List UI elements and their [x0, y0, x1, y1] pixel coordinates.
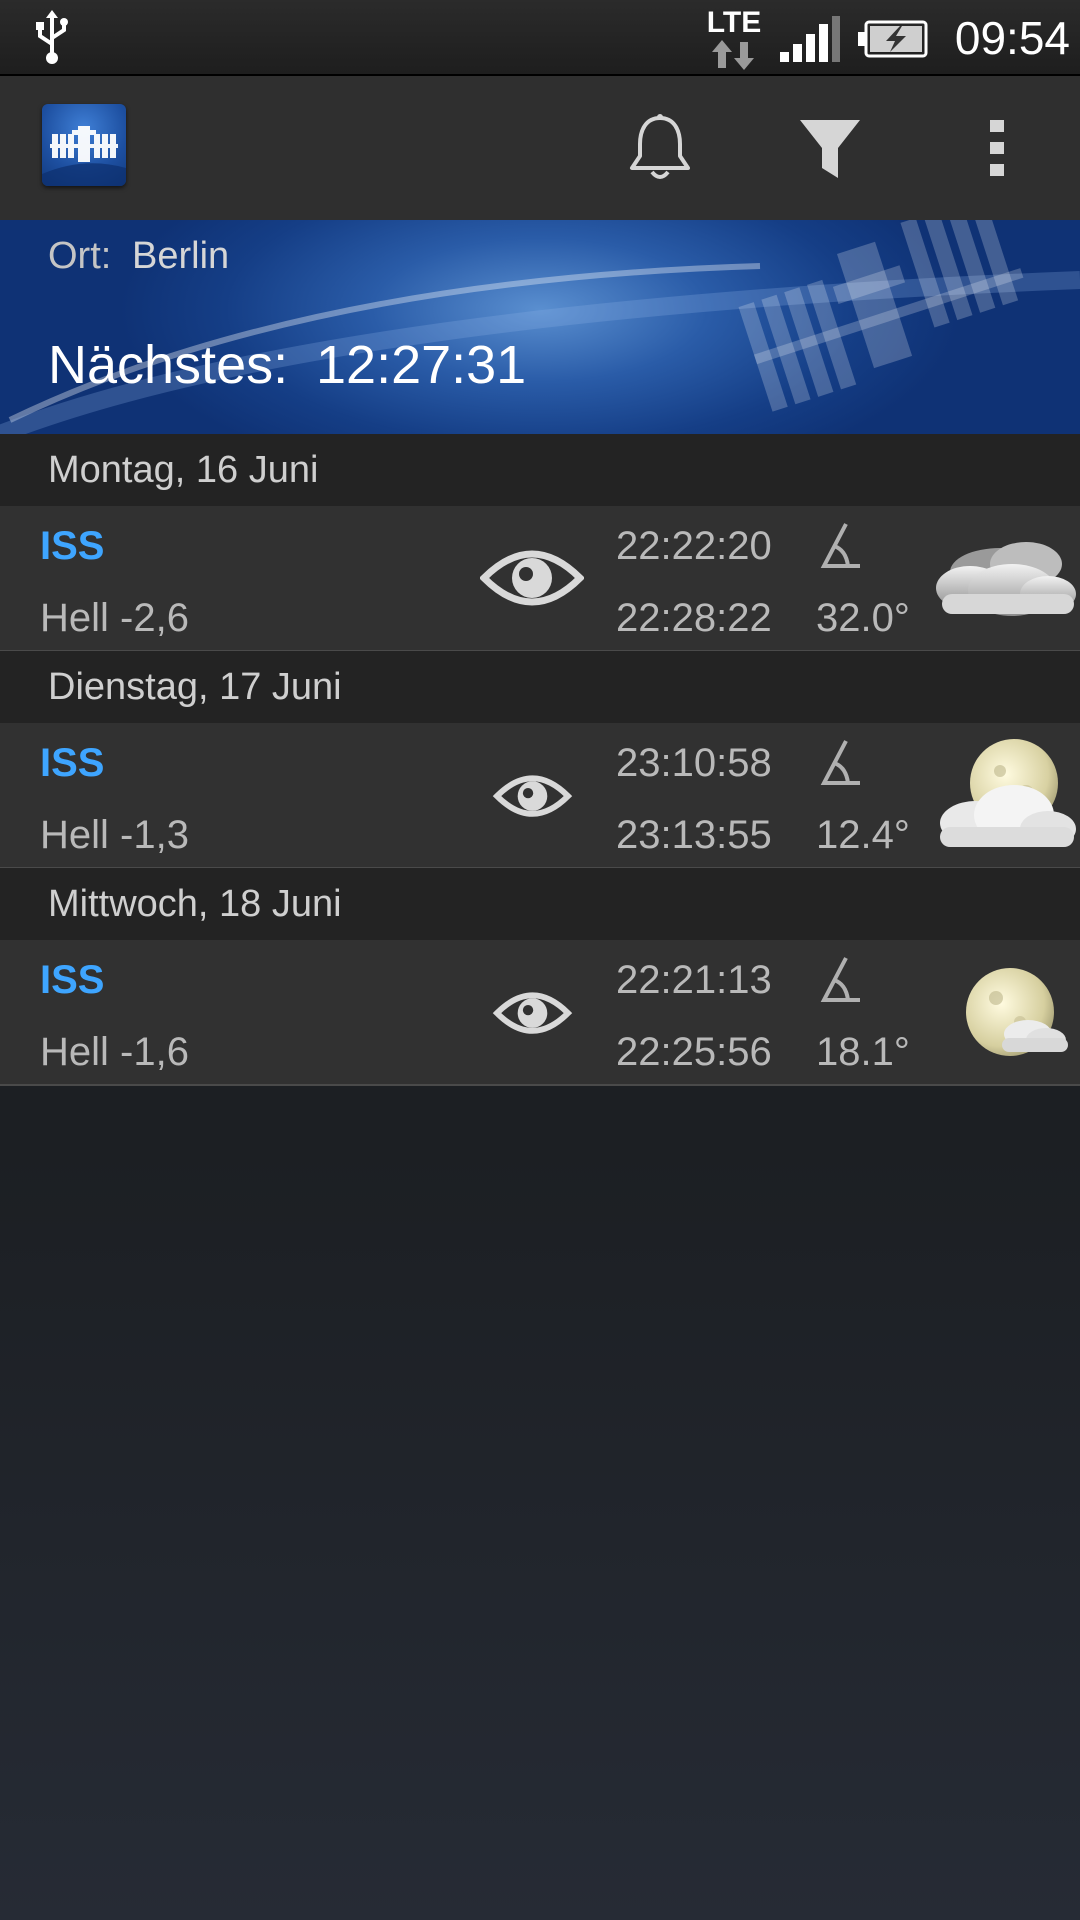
- app-logo[interactable]: [42, 104, 126, 186]
- brightness-value: Hell -1,3: [40, 813, 189, 857]
- location-label: Ort:: [48, 235, 112, 277]
- angle-icon: [820, 523, 860, 568]
- action-bar: [0, 76, 1080, 220]
- satellite-name: ISS: [40, 524, 105, 568]
- eye-icon: [492, 775, 573, 817]
- satellite-name: ISS: [40, 958, 105, 1002]
- pass-end-time: 22:28:22: [616, 596, 772, 640]
- location-value[interactable]: Berlin: [132, 232, 229, 280]
- moon-small-cloud-icon: [966, 968, 1068, 1056]
- day-header: Dienstag, 17 Juni: [0, 651, 1080, 723]
- filter-icon[interactable]: [790, 112, 870, 184]
- satellite-name: ISS: [40, 741, 105, 785]
- max-elevation: 32.0°: [816, 596, 910, 640]
- usb-icon: [36, 10, 68, 64]
- next-pass-label: Nächstes:: [48, 335, 289, 395]
- moon-cloud-icon: [940, 739, 1076, 847]
- eye-icon: [492, 992, 573, 1034]
- max-elevation: 12.4°: [816, 813, 910, 857]
- pass-start-time: 22:22:20: [616, 524, 772, 568]
- day-header: Mittwoch, 18 Juni: [0, 868, 1080, 940]
- next-pass-countdown: 12:27:31: [316, 335, 527, 395]
- battery-charging-icon: [858, 20, 928, 58]
- pass-row[interactable]: ISS Hell -1,6 22:21:13 22:25:56 18.1°: [0, 940, 1080, 1086]
- screen: LTE 09:54 Ort: Berlin Nächstes: 12:27:31…: [0, 0, 1080, 1920]
- bell-icon[interactable]: [620, 112, 700, 184]
- pass-start-time: 22:21:13: [616, 958, 772, 1002]
- lte-data-icon: LTE: [706, 8, 762, 70]
- signal-icon: [780, 16, 840, 62]
- pass-start-time: 23:10:58: [616, 741, 772, 785]
- day-header-label: Dienstag, 17 Juni: [48, 666, 342, 708]
- pass-end-time: 22:25:56: [616, 1030, 772, 1074]
- network-type-label: LTE: [706, 6, 762, 39]
- pass-end-time: 23:13:55: [616, 813, 772, 857]
- status-bar: LTE 09:54: [0, 0, 1080, 76]
- angle-icon: [820, 957, 860, 1002]
- eye-icon: [480, 550, 584, 606]
- angle-icon: [820, 740, 860, 785]
- max-elevation: 18.1°: [816, 1030, 910, 1074]
- status-clock: 09:54: [954, 12, 1070, 64]
- day-header: Montag, 16 Juni: [0, 434, 1080, 506]
- cloudy-night-icon: [936, 542, 1076, 616]
- brightness-value: Hell -2,6: [40, 596, 189, 640]
- day-header-label: Montag, 16 Juni: [48, 449, 319, 491]
- pass-row[interactable]: ISS Hell -2,6 22:22:20 22:28:22 32.0°: [0, 506, 1080, 652]
- overflow-menu-icon[interactable]: [972, 112, 1022, 184]
- pass-row[interactable]: ISS Hell -1,3 23:10:58 23:13:55 12.4°: [0, 723, 1080, 869]
- iss-logo-icon: [42, 126, 126, 186]
- brightness-value: Hell -1,6: [40, 1030, 189, 1074]
- day-header-label: Mittwoch, 18 Juni: [48, 883, 342, 925]
